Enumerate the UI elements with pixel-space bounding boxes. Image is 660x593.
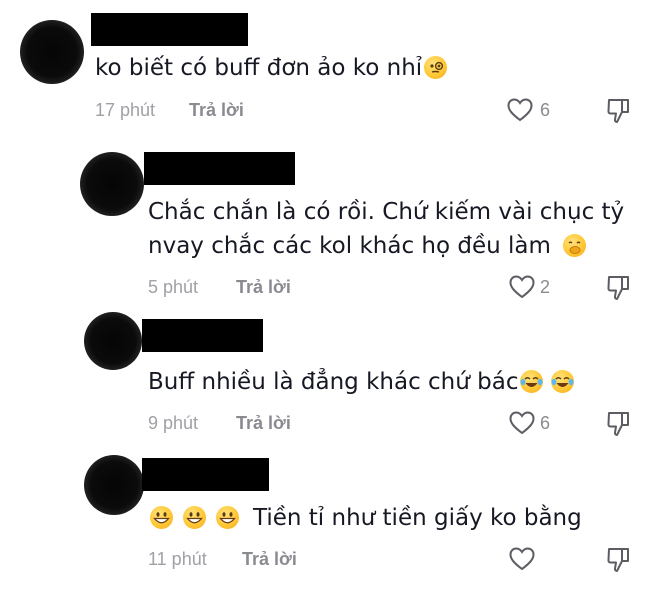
comment-time: 17 phút [95,100,156,120]
heart-outline-icon[interactable] [508,274,536,305]
heart-outline-icon[interactable] [506,97,534,128]
monocle-face-icon [424,56,448,79]
thumbs-down-outline-icon[interactable] [606,97,632,130]
comment-text-line-1: Chắc chắn là có rồi. Chứ kiếm vài chục t… [148,199,625,225]
tears-of-joy-icon [520,370,544,393]
comment-time: 9 phút [148,413,199,433]
heart-outline-icon[interactable] [508,546,536,577]
avatar[interactable] [84,312,142,370]
thumbs-down-outline-icon[interactable] [606,274,632,307]
like-count: 6 [540,413,551,433]
redacted-username [142,458,269,491]
comment-time: 5 phút [148,277,199,297]
grinning-face-icon [150,506,173,529]
avatar[interactable] [80,152,144,216]
grinning-face-icon [183,506,206,529]
comment-text: ko biết có buff đơn ảo ko nhỉ [95,50,448,86]
redacted-username [142,319,263,352]
heart-outline-icon[interactable] [508,410,536,441]
comment-text: Buff nhiều là đẳng khác chứ bác [148,364,575,400]
thumbs-down-outline-icon[interactable] [606,410,632,443]
redacted-username [91,13,248,46]
tears-of-joy-icon [551,370,575,393]
hand-over-mouth-face-icon [562,234,586,257]
avatar[interactable] [84,455,144,515]
comment-text-content: Buff nhiều là đẳng khác chứ bác [148,369,519,395]
reply-button[interactable]: Trả lời [189,100,244,121]
redacted-username [144,152,295,185]
comment-text: nvay chắc các kol khác họ đều làm [148,228,586,264]
like-count: 2 [540,277,551,297]
reply-button[interactable]: Trả lời [236,277,291,298]
comment-time: 11 phút [148,549,207,569]
comment-text: Tiền tỉ như tiền giấy ko bằng [150,500,582,536]
avatar[interactable] [20,20,84,84]
comment-text-content: ko biết có buff đơn ảo ko nhỉ [95,55,423,81]
comment-text-content: Tiền tỉ như tiền giấy ko bằng [253,505,582,531]
reply-button[interactable]: Trả lời [242,549,297,570]
like-count: 6 [540,100,551,120]
thumbs-down-outline-icon[interactable] [606,546,632,579]
comment-text: Chắc chắn là có rồi. Chứ kiếm vài chục t… [148,194,624,230]
grinning-face-icon [216,506,239,529]
reply-button[interactable]: Trả lời [236,413,291,434]
comment-text-line-2: nvay chắc các kol khác họ đều làm [148,233,551,259]
